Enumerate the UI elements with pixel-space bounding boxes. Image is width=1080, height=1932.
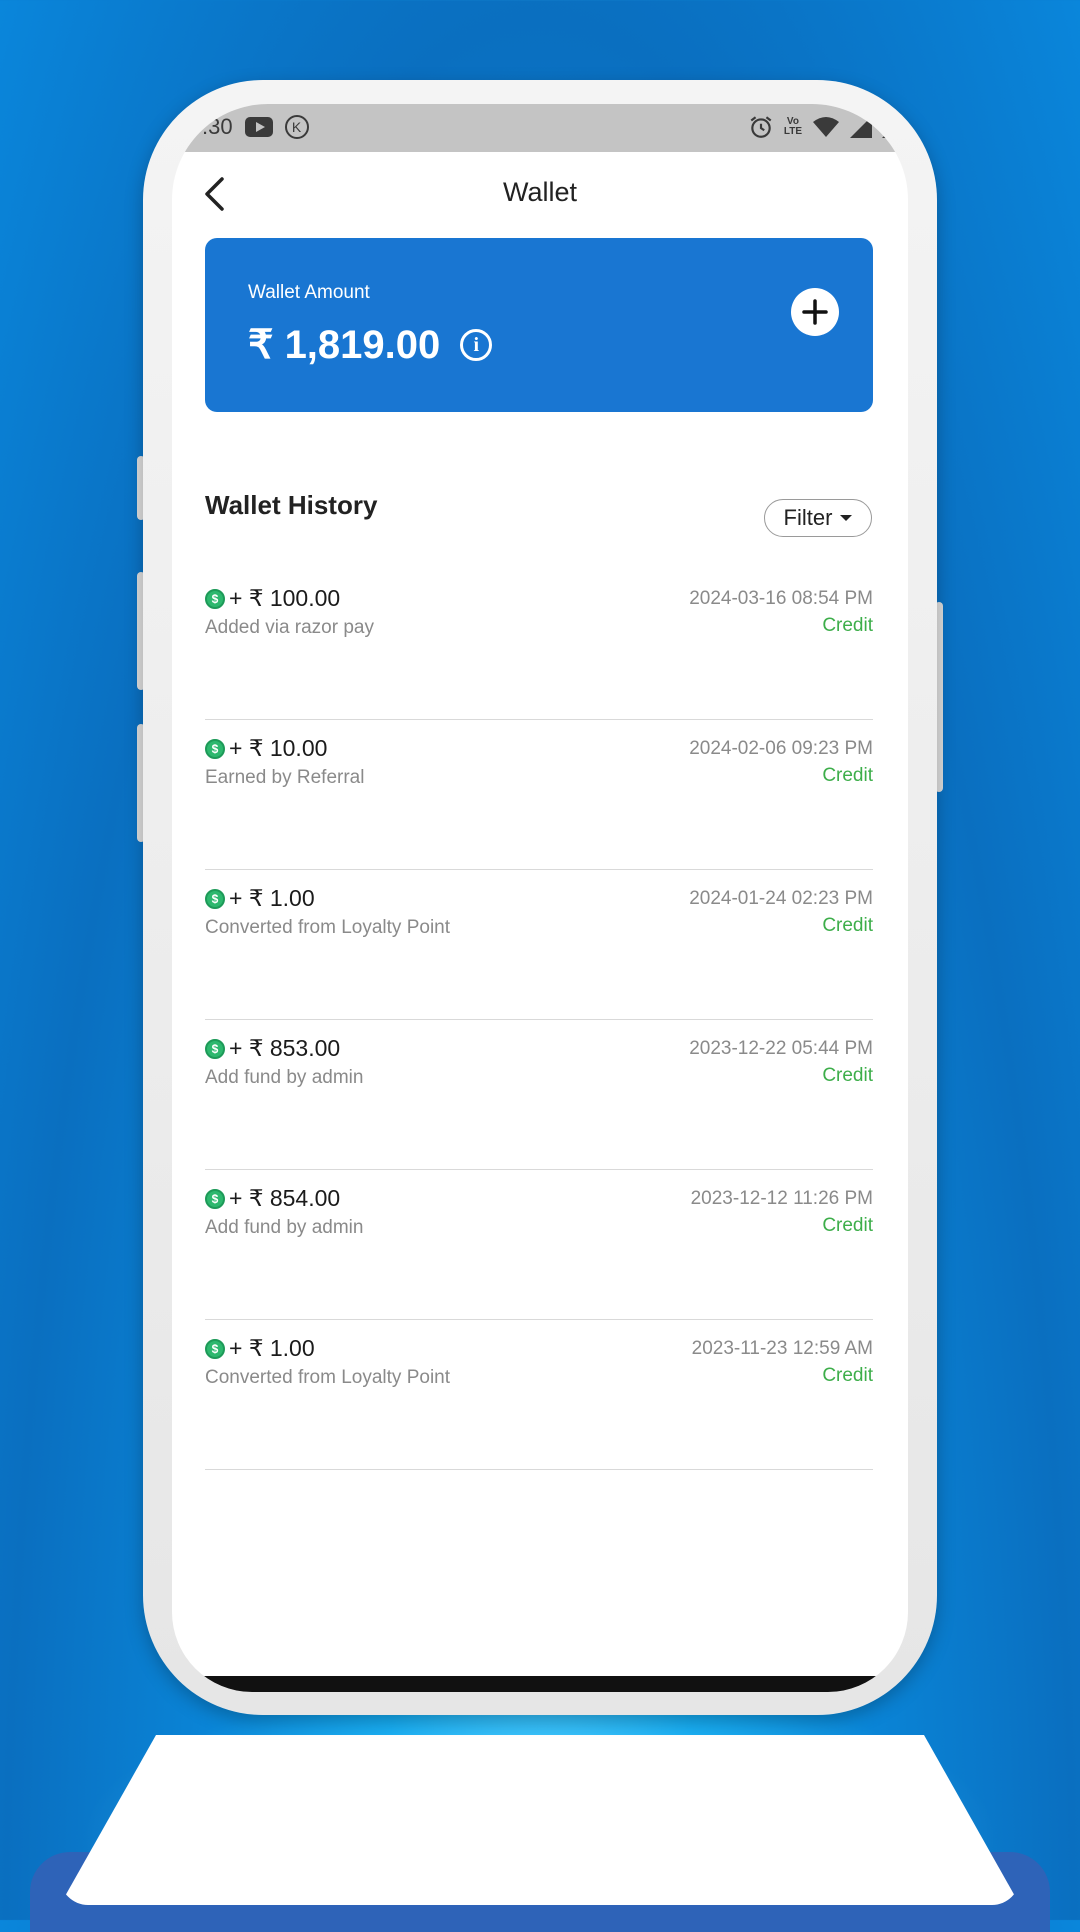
phone-screen: :30 K Vo LTE Wallet Wallet Amount ₹ 1,81… <box>172 104 908 1692</box>
coin-icon: $ <box>205 1038 225 1059</box>
coin-icon: $ <box>205 1188 225 1209</box>
transaction-date: 2023-12-22 05:44 PM <box>689 1038 873 1059</box>
transaction-list: $ + ₹ 100.00 Added via razor pay 2024-03… <box>205 570 873 1470</box>
caret-down-icon <box>840 515 853 521</box>
pedestal-top <box>60 1735 1020 1905</box>
k-icon: K <box>284 115 309 139</box>
transaction-date: 2024-01-24 02:23 PM <box>689 888 873 909</box>
wallet-history-title: Wallet History <box>205 490 378 520</box>
transaction-description: Add fund by admin <box>205 1067 364 1088</box>
transaction-row[interactable]: $ + ₹ 1.00 Converted from Loyalty Point … <box>205 1320 873 1470</box>
transaction-type: Credit <box>822 615 873 636</box>
transaction-amount: + ₹ 100.00 <box>229 585 341 611</box>
transaction-amount: + ₹ 854.00 <box>229 1185 341 1211</box>
transaction-description: Added via razor pay <box>205 617 374 638</box>
filter-label: Filter <box>783 505 833 530</box>
alarm-icon <box>750 116 772 138</box>
transaction-date: 2024-03-16 08:54 PM <box>689 588 873 609</box>
filter-button[interactable]: Filter <box>764 499 872 537</box>
page-title: Wallet <box>502 177 577 207</box>
transaction-date: 2023-11-23 12:59 AM <box>691 1338 873 1359</box>
wallet-balance-card: Wallet Amount ₹ 1,819.00 i <box>205 238 873 412</box>
youtube-icon <box>244 117 273 137</box>
signal-icon-2 <box>882 116 904 138</box>
transaction-amount: + ₹ 853.00 <box>229 1035 341 1061</box>
transaction-row[interactable]: $ + ₹ 854.00 Add fund by admin 2023-12-1… <box>205 1170 873 1320</box>
coin-icon: $ <box>205 888 225 909</box>
transaction-row[interactable]: $ + ₹ 100.00 Added via razor pay 2024-03… <box>205 570 873 720</box>
add-funds-button[interactable] <box>791 288 839 336</box>
status-bar: :30 K Vo LTE <box>172 104 908 152</box>
transaction-description: Converted from Loyalty Point <box>205 917 451 938</box>
transaction-description: Converted from Loyalty Point <box>205 1367 451 1388</box>
volte-icon: Vo LTE <box>784 117 802 137</box>
transaction-type: Credit <box>822 1215 873 1236</box>
transaction-amount: + ₹ 1.00 <box>229 885 315 911</box>
signal-icon <box>850 116 872 138</box>
transaction-type: Credit <box>822 1065 873 1086</box>
coin-icon: $ <box>205 1338 225 1359</box>
status-time: :30 <box>202 114 233 139</box>
wifi-icon <box>813 117 839 137</box>
system-nav-bar <box>172 1676 908 1692</box>
coin-icon: $ <box>205 738 225 759</box>
app-header: Wallet <box>172 152 908 236</box>
transaction-row[interactable]: $ + ₹ 10.00 Earned by Referral 2024-02-0… <box>205 720 873 870</box>
volte-bottom: LTE <box>783 126 802 137</box>
transaction-description: Add fund by admin <box>205 1217 364 1238</box>
transaction-row[interactable]: $ + ₹ 853.00 Add fund by admin 2023-12-2… <box>205 1020 873 1170</box>
transaction-date: 2023-12-12 11:26 PM <box>690 1188 873 1209</box>
transaction-type: Credit <box>822 765 873 786</box>
transaction-type: Credit <box>822 1365 873 1386</box>
transaction-amount: + ₹ 10.00 <box>229 735 328 761</box>
transaction-amount: + ₹ 1.00 <box>229 1335 315 1361</box>
transaction-description: Earned by Referral <box>205 767 365 788</box>
plus-icon <box>802 299 828 325</box>
transaction-date: 2024-02-06 09:23 PM <box>689 738 873 759</box>
wallet-amount-value: ₹ 1,819.00 <box>248 323 441 367</box>
transaction-row[interactable]: $ + ₹ 1.00 Converted from Loyalty Point … <box>205 870 873 1020</box>
transaction-type: Credit <box>822 915 873 936</box>
wallet-amount-label: Wallet Amount <box>248 282 370 303</box>
info-icon[interactable]: i <box>460 329 493 361</box>
coin-icon: $ <box>205 588 225 609</box>
